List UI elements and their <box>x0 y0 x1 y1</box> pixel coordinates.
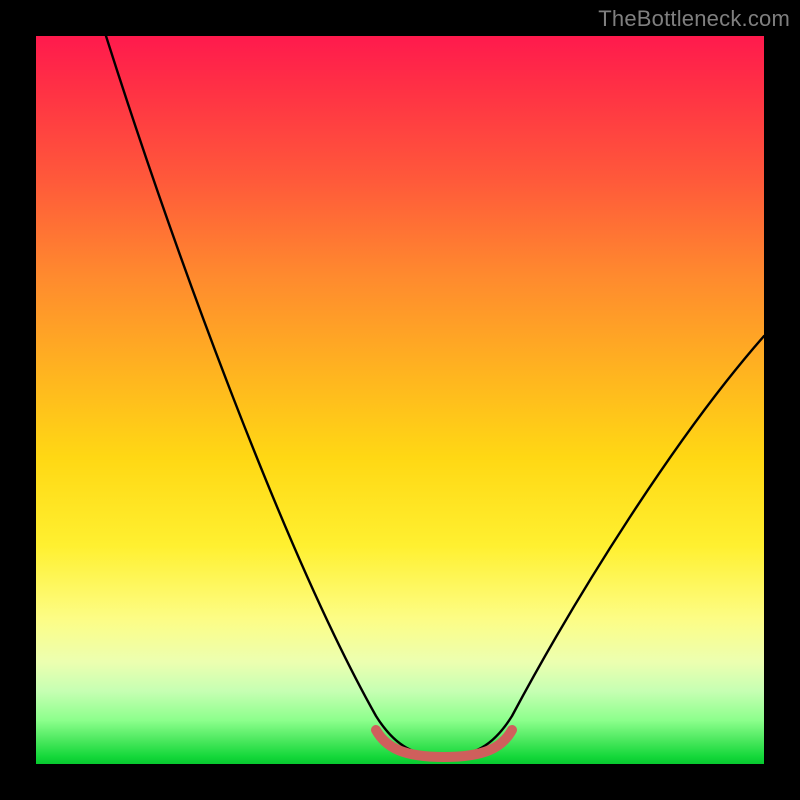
watermark-text: TheBottleneck.com <box>598 6 790 32</box>
chart-frame: TheBottleneck.com <box>0 0 800 800</box>
heat-gradient-background <box>36 36 764 764</box>
plot-area <box>36 36 764 764</box>
